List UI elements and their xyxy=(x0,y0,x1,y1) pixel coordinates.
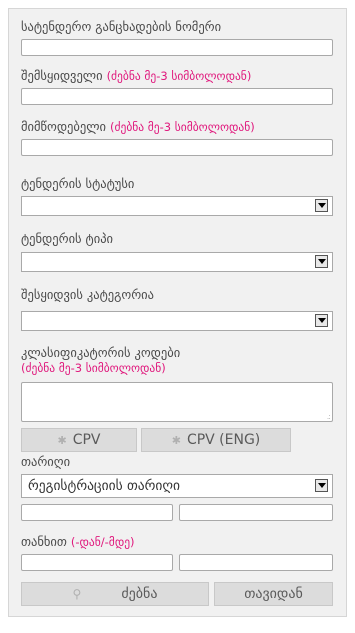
buyer-label-row: შემსყიდველი (ძებნა მე-3 სიმბოლოდან) xyxy=(21,68,251,84)
cpv-eng-button[interactable]: ✱ CPV (ENG) xyxy=(141,428,291,452)
dropdown-arrow-icon[interactable] xyxy=(315,199,328,212)
category-label: შესყიდვის კატეგორია xyxy=(21,287,155,302)
supplier-hint: (ძებნა მე-3 სიმბოლოდან) xyxy=(109,120,255,134)
cpv-button[interactable]: ✱ CPV xyxy=(21,428,137,452)
date-to-input[interactable] xyxy=(179,504,333,521)
dropdown-arrow-icon[interactable] xyxy=(315,479,328,492)
resize-grip-icon[interactable]: .: xyxy=(327,413,331,421)
category-select[interactable] xyxy=(21,311,333,331)
amount-hint: (-დან/-მდე) xyxy=(70,535,135,549)
buyer-label: შემსყიდველი xyxy=(21,68,103,83)
amount-label: თანხით xyxy=(21,534,67,549)
codes-label: კლასიფიკატორის კოდები xyxy=(21,345,181,360)
tender-number-label: სატენდერო განცხადების ნომერი xyxy=(21,19,222,34)
classifier-codes-textarea[interactable]: .: xyxy=(21,382,333,422)
status-select[interactable] xyxy=(21,196,333,216)
asterisk-icon: ✱ xyxy=(171,434,181,447)
date-from-input[interactable] xyxy=(21,504,173,521)
asterisk-icon: ✱ xyxy=(57,434,67,447)
supplier-label: მიმწოდებელი xyxy=(21,119,106,134)
supplier-input[interactable] xyxy=(21,139,333,156)
dropdown-arrow-icon[interactable] xyxy=(315,255,328,268)
reset-button[interactable]: თავიდან xyxy=(214,582,333,606)
type-label: ტენდერის ტიპი xyxy=(21,231,114,246)
tender-search-panel: სატენდერო განცხადების ნომერი შემსყიდველი… xyxy=(8,8,347,617)
supplier-label-row: მიმწოდებელი (ძებნა მე-3 სიმბოლოდან) xyxy=(21,119,255,135)
tender-number-input[interactable] xyxy=(21,39,333,56)
dropdown-arrow-icon[interactable] xyxy=(315,314,328,327)
date-type-select[interactable]: რეგისტრაციის თარიღი xyxy=(21,474,333,498)
amount-to-input[interactable] xyxy=(179,554,333,571)
amount-label-row: თანხით (-დან/-მდე) xyxy=(21,534,135,550)
date-type-select-value: რეგისტრაციის თარიღი xyxy=(28,478,180,494)
amount-from-input[interactable] xyxy=(21,554,173,571)
magnifier-icon: ⚲ xyxy=(72,587,82,601)
codes-hint: (ძებნა მე-3 სიმბოლოდან) xyxy=(21,361,166,375)
buyer-hint: (ძებნა მე-3 სიმბოლოდან) xyxy=(106,69,252,83)
status-label: ტენდერის სტატუსი xyxy=(21,176,135,191)
type-select[interactable] xyxy=(21,252,333,272)
search-button[interactable]: ⚲ ძებნა xyxy=(21,582,209,606)
buyer-input[interactable] xyxy=(21,88,333,105)
date-label: თარიღი xyxy=(21,454,71,469)
